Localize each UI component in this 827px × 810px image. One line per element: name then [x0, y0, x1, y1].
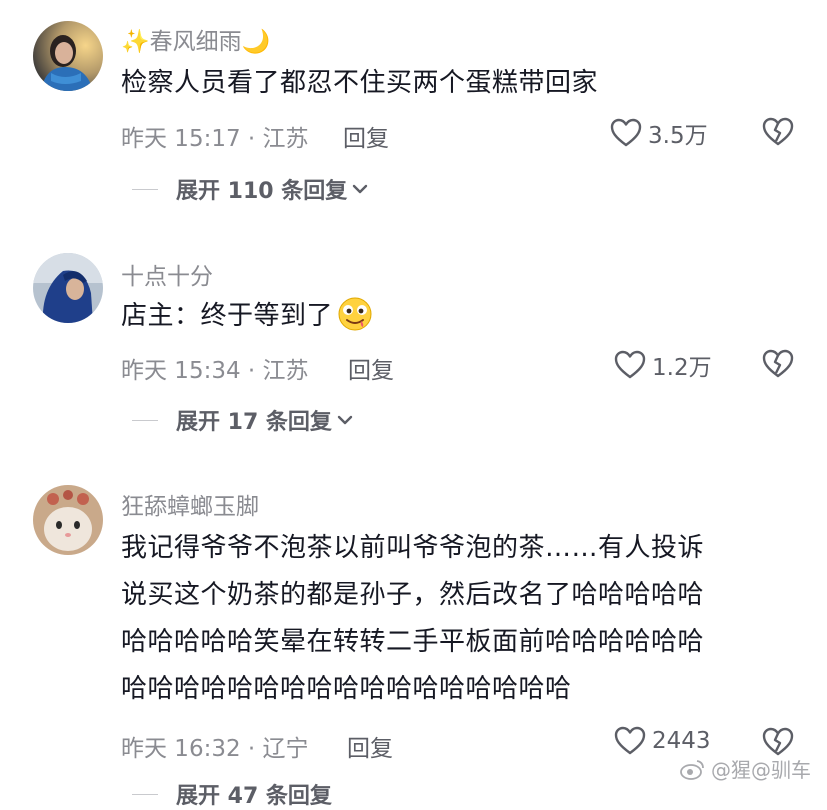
- expand-replies[interactable]: 展开 17 条回复: [132, 404, 354, 436]
- comment-text: 我记得爷爷不泡茶以前叫爷爷泡的茶……有人投诉 说买这个奶茶的都是孙子，然后改名了…: [121, 525, 787, 713]
- comment-text: 检察人员看了都忍不住买两个蛋糕带回家: [121, 68, 599, 98]
- comment-text-line: 哈哈哈哈哈笑晕在转转二手平板面前哈哈哈哈哈哈: [121, 627, 705, 657]
- broken-heart-icon: [762, 349, 794, 378]
- expand-replies-label: 展开 110 条回复: [176, 179, 348, 204]
- avatar[interactable]: [33, 21, 103, 91]
- like-button[interactable]: 1.2万: [614, 348, 712, 382]
- reply-button[interactable]: 回复: [347, 729, 393, 763]
- drooling-face-icon: [338, 297, 372, 331]
- expand-replies[interactable]: 展开 110 条回复: [132, 173, 369, 205]
- like-count: 3.5万: [648, 123, 708, 149]
- heart-icon: [610, 118, 642, 147]
- comment-text-body: 店主：终于等到了: [121, 301, 334, 331]
- divider: [132, 793, 158, 795]
- comment-meta: 昨天 15:34 · 江苏: [121, 358, 309, 384]
- expand-replies[interactable]: 展开 47 条回复: [132, 778, 332, 810]
- expand-replies-label: 展开 47 条回复: [176, 784, 332, 809]
- broken-heart-icon: [762, 117, 794, 146]
- comment-item: ✨春风细雨🌙 检察人员看了都忍不住买两个蛋糕带回家 昨天 15:17 · 江苏 …: [0, 0, 827, 230]
- reply-button[interactable]: 回复: [348, 351, 394, 385]
- divider: [132, 419, 158, 421]
- like-button[interactable]: 3.5万: [610, 116, 708, 150]
- chevron-down-icon: [337, 415, 353, 425]
- broken-heart-icon: [762, 727, 794, 756]
- comment-text: 店主：终于等到了: [121, 293, 787, 340]
- reply-button[interactable]: 回复: [343, 119, 389, 153]
- expand-replies-label: 展开 17 条回复: [176, 410, 332, 435]
- weibo-logo-icon: [680, 759, 704, 780]
- watermark-text: @猩@驯车: [711, 758, 811, 782]
- dislike-button[interactable]: [762, 117, 794, 151]
- avatar[interactable]: [33, 485, 103, 555]
- username[interactable]: ✨春风细雨🌙: [121, 22, 270, 56]
- username[interactable]: 十点十分: [121, 257, 213, 291]
- comment-text-line: 哈哈哈哈哈哈哈哈哈哈哈哈哈哈哈哈哈: [121, 674, 572, 704]
- avatar[interactable]: [33, 253, 103, 323]
- like-button[interactable]: 2443: [614, 726, 711, 756]
- divider: [132, 188, 158, 190]
- heart-icon: [614, 726, 646, 755]
- comment-item: 狂舔蟑螂玉脚 我记得爷爷不泡茶以前叫爷爷泡的茶……有人投诉 说买这个奶茶的都是孙…: [0, 465, 827, 809]
- comment-text-line: 我记得爷爷不泡茶以前叫爷爷泡的茶……有人投诉: [121, 533, 705, 563]
- heart-icon: [614, 350, 646, 379]
- comment-meta: 昨天 16:32 · 辽宁: [121, 736, 309, 762]
- comment-meta: 昨天 15:17 · 江苏: [121, 126, 309, 152]
- comment-text-line: 说买这个奶茶的都是孙子，然后改名了哈哈哈哈哈: [121, 580, 705, 610]
- chevron-down-icon: [353, 184, 368, 194]
- like-count: 2443: [652, 728, 711, 754]
- username[interactable]: 狂舔蟑螂玉脚: [121, 487, 259, 521]
- like-count: 1.2万: [652, 355, 712, 381]
- dislike-button[interactable]: [762, 349, 794, 383]
- watermark: @猩@驯车: [679, 754, 811, 783]
- comment-item: 十点十分 店主：终于等到了 昨天 15:34 · 江苏 回复 1.2万 展开 1…: [0, 230, 827, 465]
